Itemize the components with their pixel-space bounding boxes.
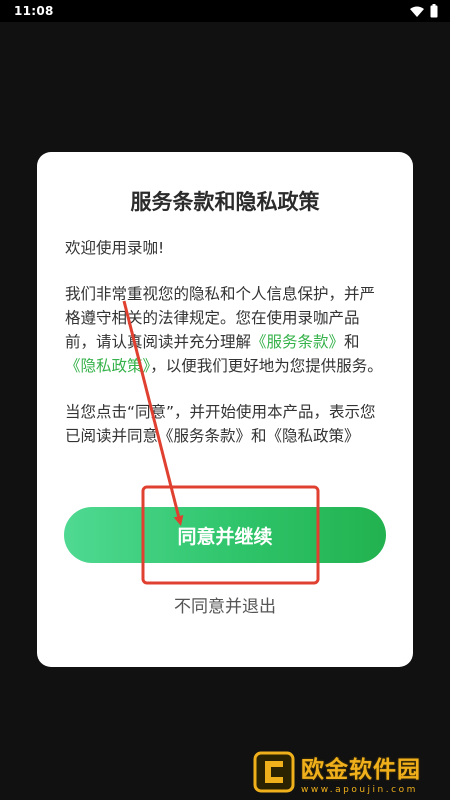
dialog-body[interactable]: 欢迎使用录咖! 我们非常重视您的隐私和个人信息保护，并严格遵守相关的法律规定。您… [65, 236, 387, 486]
terms-link[interactable]: 《服务条款》 [251, 333, 344, 351]
watermark: 欧金软件园 www.apoujin.com [253, 748, 445, 796]
agree-continue-button[interactable]: 同意并继续 [64, 507, 386, 563]
battery-icon [430, 4, 438, 18]
privacy-paragraph: 我们非常重视您的隐私和个人信息保护，并严格遵守相关的法律规定。您在使用录咖产品前… [65, 282, 387, 378]
watermark-name: 欧金软件园 [301, 756, 421, 783]
disagree-exit-button[interactable]: 不同意并退出 [37, 592, 413, 617]
consent-paragraph: 当您点击“同意”，并开始使用本产品，表示您已阅读并同意《服务条款》和《隐私政策》 [65, 403, 376, 445]
privacy-policy-link[interactable]: 《隐私政策》 [65, 357, 150, 375]
wifi-icon [410, 6, 424, 17]
watermark-logo-icon [253, 751, 295, 793]
status-icons [410, 4, 438, 18]
status-bar: 11:08 [0, 0, 450, 22]
scroll-fade [65, 462, 387, 486]
paragraph-text-2: 和 [344, 333, 360, 351]
watermark-text: 欧金软件园 www.apoujin.com [301, 750, 421, 795]
status-time: 11:08 [14, 4, 54, 18]
greeting-text: 欢迎使用录咖! [65, 239, 165, 257]
privacy-dialog: 服务条款和隐私政策 欢迎使用录咖! 我们非常重视您的隐私和个人信息保护，并严格遵… [37, 152, 413, 667]
paragraph-text-3: ，以便我们更好地为您提供服务。 [150, 357, 383, 375]
dialog-title: 服务条款和隐私政策 [130, 190, 320, 214]
watermark-url: www.apoujin.com [301, 784, 418, 795]
